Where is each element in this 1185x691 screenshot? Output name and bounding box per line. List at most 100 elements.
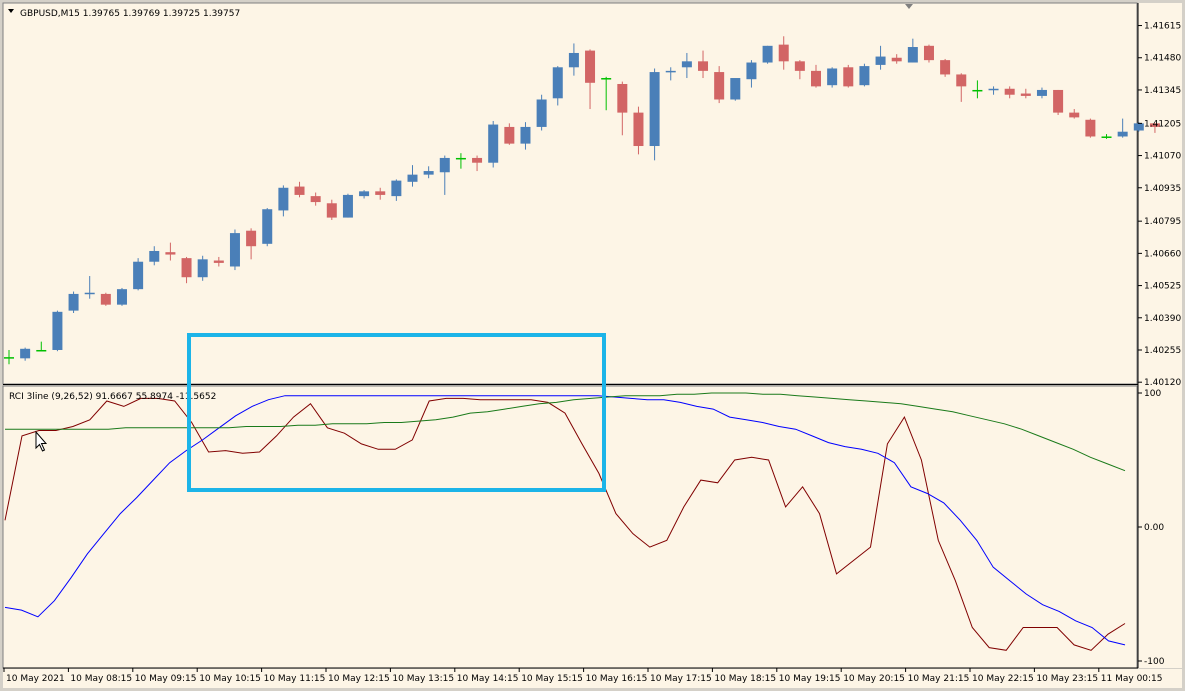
candle-body <box>165 252 176 255</box>
time-tick-label: 10 May 11:15 <box>264 674 326 684</box>
candle-body <box>1004 88 1015 95</box>
candle-body <box>149 250 160 262</box>
time-tick-label: 10 May 14:15 <box>457 674 519 684</box>
candle-body <box>746 62 757 80</box>
price-tick-label: 1.41615 <box>1144 22 1181 32</box>
candle <box>52 310 63 352</box>
time-tick-label: 10 May 08:15 <box>70 674 132 684</box>
time-tick-label: 10 May 18:15 <box>714 674 776 684</box>
chart-window: 1.41615 1.41480 1.41345 1.41205 1.41070 1.409… <box>0 0 1185 691</box>
price-tick-label: 1.40390 <box>1144 314 1181 324</box>
candle-body <box>1085 119 1096 137</box>
candle-body <box>116 289 127 305</box>
candle-body <box>375 191 386 195</box>
price-axis[interactable] <box>1138 3 1182 668</box>
chart-canvas[interactable]: 1.41615 1.41480 1.41345 1.41205 1.41070 1.409… <box>0 0 1185 691</box>
candle-body <box>520 126 531 144</box>
candle <box>1053 89 1064 116</box>
candle-body <box>907 47 918 63</box>
candle-body <box>1133 123 1144 131</box>
indicator-tick-label: 0.00 <box>1144 523 1164 533</box>
time-tick-label: 11 May 00:15 <box>1101 674 1163 684</box>
time-tick-label: 10 May 09:15 <box>135 674 197 684</box>
candle-body <box>407 174 418 182</box>
time-tick-label: 10 May 13:15 <box>392 674 454 684</box>
candle-body <box>681 61 692 68</box>
candle-body <box>568 52 579 68</box>
candle <box>827 67 838 88</box>
price-tick-label: 1.40525 <box>1144 282 1181 292</box>
symbol-header: GBPUSD,M15 1.39765 1.39769 1.39725 1.397… <box>20 9 240 19</box>
candle-body <box>601 78 612 80</box>
candle-body <box>649 72 660 147</box>
candle-body <box>988 88 999 91</box>
candle-body <box>730 78 741 100</box>
candle <box>536 94 547 131</box>
candle-body <box>504 126 515 144</box>
candle-body <box>778 44 789 62</box>
candle-body <box>617 83 628 113</box>
candle-body <box>326 203 337 218</box>
candle-body <box>665 70 676 73</box>
candle-body <box>1101 136 1112 138</box>
time-tick-label: 10 May 21:15 <box>908 674 970 684</box>
time-tick-label: 10 May 22:15 <box>972 674 1034 684</box>
candle-body <box>100 293 111 305</box>
candle-body <box>762 45 773 63</box>
candle <box>133 258 144 291</box>
candle <box>100 292 111 306</box>
candle-body <box>342 194 353 218</box>
candle-body <box>1036 89 1047 96</box>
candle-body <box>246 230 257 247</box>
candle-body <box>552 67 563 99</box>
candle <box>1085 118 1096 138</box>
candle-body <box>472 157 483 163</box>
candle-body <box>455 157 466 160</box>
candle-body <box>536 99 547 127</box>
price-tick-label: 1.40935 <box>1144 184 1181 194</box>
candle-body <box>391 180 402 197</box>
candle-body <box>827 68 838 86</box>
candle-body <box>488 124 499 163</box>
candle-body <box>794 61 805 71</box>
candle-body <box>213 260 224 263</box>
price-tick-label: 1.41070 <box>1144 152 1181 162</box>
candle-body <box>859 66 870 86</box>
candle <box>262 208 273 247</box>
candle <box>859 63 870 87</box>
price-tick-label: 1.40255 <box>1144 346 1181 356</box>
indicator-tick-label: -100 <box>1144 657 1165 667</box>
candle-body <box>585 50 596 83</box>
candle-body <box>197 259 208 278</box>
candle-body <box>68 293 79 311</box>
candle-body <box>310 196 321 203</box>
candle-body <box>84 292 95 295</box>
candle-body <box>891 57 902 62</box>
price-tick-label: 1.41480 <box>1144 54 1181 64</box>
candle <box>116 287 127 306</box>
candle <box>488 120 499 168</box>
candle <box>342 193 353 218</box>
indicator-tick-label: 100 <box>1144 389 1161 399</box>
candle-body <box>20 348 31 359</box>
time-tick-label: 10 May 10:15 <box>199 674 261 684</box>
time-tick-label: 10 May 19:15 <box>779 674 841 684</box>
candle-body <box>262 209 273 244</box>
time-tick-label: 10 May 20:15 <box>843 674 905 684</box>
candle-body <box>875 56 886 65</box>
candle-body <box>359 191 370 197</box>
candle-body <box>278 187 289 211</box>
candle-body <box>181 258 192 278</box>
price-tick-label: 1.41345 <box>1144 86 1181 96</box>
time-tick-label: 10 May 16:15 <box>586 674 648 684</box>
candle-body <box>956 74 967 87</box>
price-tick-label: 1.40795 <box>1144 217 1181 227</box>
candle-body <box>633 112 644 147</box>
time-tick-label: 10 May 15:15 <box>521 674 583 684</box>
time-tick-label: 10 May 23:15 <box>1036 674 1098 684</box>
time-tick-label: 10 May 12:15 <box>328 674 390 684</box>
candle-body <box>1117 131 1128 137</box>
candle-body <box>811 70 821 87</box>
candle-body <box>923 45 934 61</box>
candle-body <box>1069 112 1080 118</box>
